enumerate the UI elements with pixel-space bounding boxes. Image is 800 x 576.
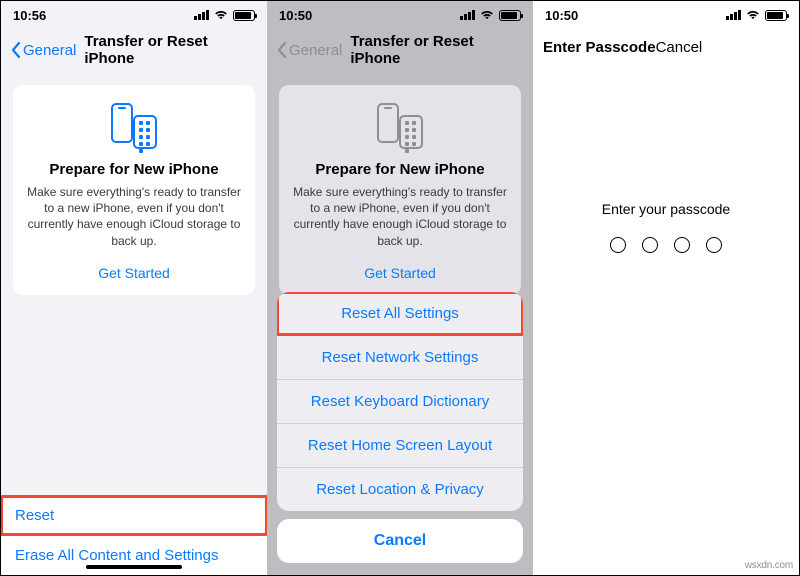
home-indicator[interactable] (86, 565, 182, 569)
passcode-dots (610, 237, 722, 253)
back-button: General (277, 42, 342, 59)
passcode-body: Enter your passcode (533, 71, 799, 575)
reset-keyboard-dictionary-option[interactable]: Reset Keyboard Dictionary (277, 379, 523, 423)
battery-icon (765, 10, 787, 21)
back-label: General (23, 42, 76, 59)
wifi-icon (480, 10, 494, 20)
devices-icon (27, 103, 241, 149)
nav-bar: Enter Passcode Cancel (533, 29, 799, 71)
reset-home-screen-layout-option[interactable]: Reset Home Screen Layout (277, 423, 523, 467)
passcode-dot (706, 237, 722, 253)
options-list: Reset Erase All Content and Settings (1, 496, 267, 575)
screen-enter-passcode: 10:50 Enter Passcode Cancel Enter your p… (533, 1, 799, 575)
nav-title: Transfer or Reset iPhone (350, 33, 523, 67)
passcode-dot (642, 237, 658, 253)
cellular-icon (194, 10, 209, 20)
erase-all-row[interactable]: Erase All Content and Settings (1, 535, 267, 575)
action-sheet-options: Reset All Settings Reset Network Setting… (277, 292, 523, 511)
card-body: Make sure everything's ready to transfer… (27, 184, 241, 249)
status-indicators (194, 10, 255, 21)
status-indicators (460, 10, 521, 21)
action-sheet-cancel[interactable]: Cancel (277, 519, 523, 563)
cancel-button[interactable]: Cancel (656, 39, 703, 56)
card-heading: Prepare for New iPhone (27, 161, 241, 178)
screen-reset-action-sheet: 10:50 General Transfer or Reset iPhone (267, 1, 533, 575)
reset-all-settings-option[interactable]: Reset All Settings (277, 292, 523, 335)
chevron-left-icon (277, 42, 287, 58)
prepare-card: Prepare for New iPhone Make sure everyth… (279, 85, 521, 295)
passcode-prompt: Enter your passcode (602, 201, 730, 217)
cellular-icon (726, 10, 741, 20)
get-started-link: Get Started (293, 265, 507, 281)
status-bar: 10:50 (267, 1, 533, 29)
prepare-card: Prepare for New iPhone Make sure everyth… (13, 85, 255, 295)
status-indicators (726, 10, 787, 21)
nav-bar: General Transfer or Reset iPhone (1, 29, 267, 77)
reset-row[interactable]: Reset (1, 496, 267, 535)
status-bar: 10:56 (1, 1, 267, 29)
get-started-link[interactable]: Get Started (27, 265, 241, 281)
status-time: 10:56 (13, 8, 46, 23)
watermark: wsxdn.com (745, 560, 793, 571)
reset-location-privacy-option[interactable]: Reset Location & Privacy (277, 467, 523, 511)
status-time: 10:50 (279, 8, 312, 23)
cellular-icon (460, 10, 475, 20)
wifi-icon (214, 10, 228, 20)
battery-icon (233, 10, 255, 21)
passcode-dot (610, 237, 626, 253)
back-label: General (289, 42, 342, 59)
action-sheet: Reset All Settings Reset Network Setting… (277, 292, 523, 563)
status-bar: 10:50 (533, 1, 799, 29)
battery-icon (499, 10, 521, 21)
nav-bar: General Transfer or Reset iPhone (267, 29, 533, 77)
nav-title: Enter Passcode (543, 39, 656, 56)
status-time: 10:50 (545, 8, 578, 23)
card-heading: Prepare for New iPhone (293, 161, 507, 178)
passcode-dot (674, 237, 690, 253)
wifi-icon (746, 10, 760, 20)
back-button[interactable]: General (11, 42, 76, 59)
card-body: Make sure everything's ready to transfer… (293, 184, 507, 249)
reset-network-settings-option[interactable]: Reset Network Settings (277, 335, 523, 379)
devices-icon (293, 103, 507, 149)
chevron-left-icon (11, 42, 21, 58)
nav-title: Transfer or Reset iPhone (84, 33, 257, 67)
screen-reset-settings: 10:56 General Transfer or Reset iPhone (1, 1, 267, 575)
